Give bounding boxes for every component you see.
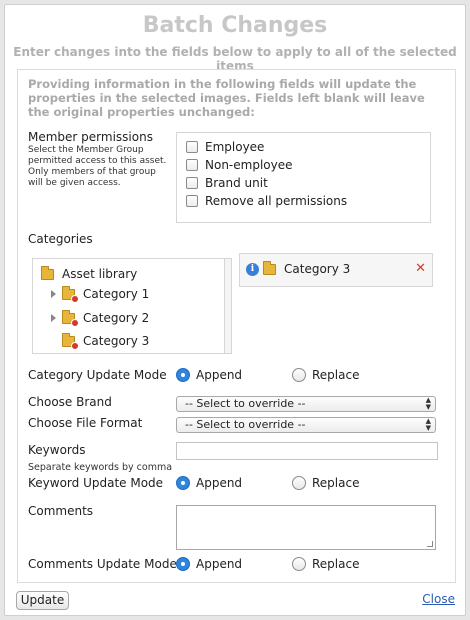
folder-remove-icon bbox=[62, 285, 79, 303]
intro-text: Providing information in the following f… bbox=[28, 77, 425, 119]
comments-update-mode-label: Comments Update Mode bbox=[28, 557, 177, 571]
category-append-radio[interactable] bbox=[176, 368, 190, 382]
expand-arrow-icon[interactable] bbox=[51, 290, 56, 298]
close-link[interactable]: Close bbox=[422, 592, 455, 606]
comments-append-option[interactable]: Append bbox=[176, 557, 242, 571]
dialog-title: Batch Changes bbox=[142, 13, 328, 38]
category-replace-option[interactable]: Replace bbox=[292, 368, 359, 382]
keywords-input[interactable] bbox=[176, 442, 438, 460]
keyword-append-radio[interactable] bbox=[176, 476, 190, 490]
brand-unit-checkbox[interactable] bbox=[186, 177, 198, 189]
keyword-update-mode-label: Keyword Update Mode bbox=[28, 476, 164, 490]
form-panel: Providing information in the following f… bbox=[17, 69, 456, 583]
tree-item-category-3[interactable]: Category 3 bbox=[62, 332, 149, 350]
permissions-list: Employee Non-employee Brand unit Remove … bbox=[176, 132, 431, 223]
brand-select[interactable]: -- Select to override -- ▲ ▼ bbox=[176, 396, 436, 412]
resize-grip-icon[interactable] bbox=[427, 541, 433, 547]
category-update-mode-label: Category Update Mode bbox=[28, 368, 167, 382]
permission-option-employee[interactable]: Employee bbox=[186, 139, 264, 155]
info-icon[interactable]: i bbox=[246, 262, 259, 276]
selected-categories: i Category 3 ✕ bbox=[239, 253, 433, 287]
keywords-label: Keywords bbox=[28, 443, 86, 457]
tree-item-label: Category 3 bbox=[83, 334, 150, 348]
tree-item-asset-library[interactable]: Asset library bbox=[41, 265, 137, 283]
folder-icon bbox=[263, 260, 276, 275]
radio-label: Replace bbox=[312, 368, 360, 382]
folder-remove-icon bbox=[62, 332, 79, 350]
radio-label: Append bbox=[196, 368, 243, 382]
comments-append-radio[interactable] bbox=[176, 557, 190, 571]
permission-option-label: Remove all permissions bbox=[205, 194, 348, 208]
category-replace-radio[interactable] bbox=[292, 368, 306, 382]
permission-option-label: Employee bbox=[205, 140, 265, 154]
tree-item-category-1[interactable]: Category 1 bbox=[51, 285, 149, 303]
file-format-select[interactable]: -- Select to override -- ▲ ▼ bbox=[176, 417, 436, 433]
permission-option-brand-unit[interactable]: Brand unit bbox=[186, 175, 268, 191]
expand-arrow-icon[interactable] bbox=[51, 314, 56, 322]
tree-item-label: Category 2 bbox=[83, 311, 150, 325]
batch-changes-dialog: Batch Changes Enter changes into the fie… bbox=[4, 4, 466, 616]
comments-label: Comments bbox=[28, 504, 94, 518]
tree-item-label: Category 1 bbox=[83, 287, 150, 301]
category-tree: Asset library Category 1 Category 2 Cate… bbox=[32, 258, 224, 354]
categories-label: Categories bbox=[28, 232, 93, 246]
permission-option-label: Non-employee bbox=[205, 158, 293, 172]
tree-item-category-2[interactable]: Category 2 bbox=[51, 309, 149, 327]
keyword-replace-option[interactable]: Replace bbox=[292, 476, 359, 490]
category-append-option[interactable]: Append bbox=[176, 368, 242, 382]
choose-file-format-label: Choose File Format bbox=[28, 416, 143, 430]
radio-label: Append bbox=[196, 557, 243, 571]
update-button[interactable]: Update bbox=[16, 591, 69, 610]
radio-label: Replace bbox=[312, 476, 360, 490]
tree-scrollbar[interactable] bbox=[224, 258, 232, 354]
remove-all-permissions-checkbox[interactable] bbox=[186, 195, 198, 207]
non-employee-checkbox[interactable] bbox=[186, 159, 198, 171]
radio-label: Replace bbox=[312, 557, 360, 571]
keyword-append-option[interactable]: Append bbox=[176, 476, 242, 490]
folder-remove-icon bbox=[62, 309, 79, 327]
brand-select-value: -- Select to override -- bbox=[185, 397, 306, 410]
permission-option-remove-all[interactable]: Remove all permissions bbox=[186, 193, 347, 209]
folder-icon bbox=[41, 265, 54, 280]
file-format-select-value: -- Select to override -- bbox=[185, 418, 306, 431]
selected-category-label: Category 3 bbox=[284, 262, 351, 276]
permissions-label: Member permissions bbox=[28, 130, 153, 144]
permissions-hint: Select the Member Group permitted access… bbox=[28, 145, 167, 188]
keyword-replace-radio[interactable] bbox=[292, 476, 306, 490]
permission-option-label: Brand unit bbox=[205, 176, 268, 190]
selected-category-chip: i Category 3 bbox=[246, 260, 351, 276]
comments-replace-radio[interactable] bbox=[292, 557, 306, 571]
remove-category-icon[interactable]: ✕ bbox=[415, 261, 426, 276]
comments-textarea[interactable] bbox=[176, 505, 436, 550]
permission-option-non-employee[interactable]: Non-employee bbox=[186, 157, 293, 173]
keywords-hint: Separate keywords by comma bbox=[28, 462, 173, 473]
select-arrows-icon: ▲ ▼ bbox=[425, 396, 431, 411]
radio-label: Append bbox=[196, 476, 243, 490]
employee-checkbox[interactable] bbox=[186, 141, 198, 153]
comments-replace-option[interactable]: Replace bbox=[292, 557, 359, 571]
tree-item-label: Asset library bbox=[62, 267, 138, 281]
select-arrows-icon: ▲ ▼ bbox=[425, 417, 431, 432]
choose-brand-label: Choose Brand bbox=[28, 395, 112, 409]
